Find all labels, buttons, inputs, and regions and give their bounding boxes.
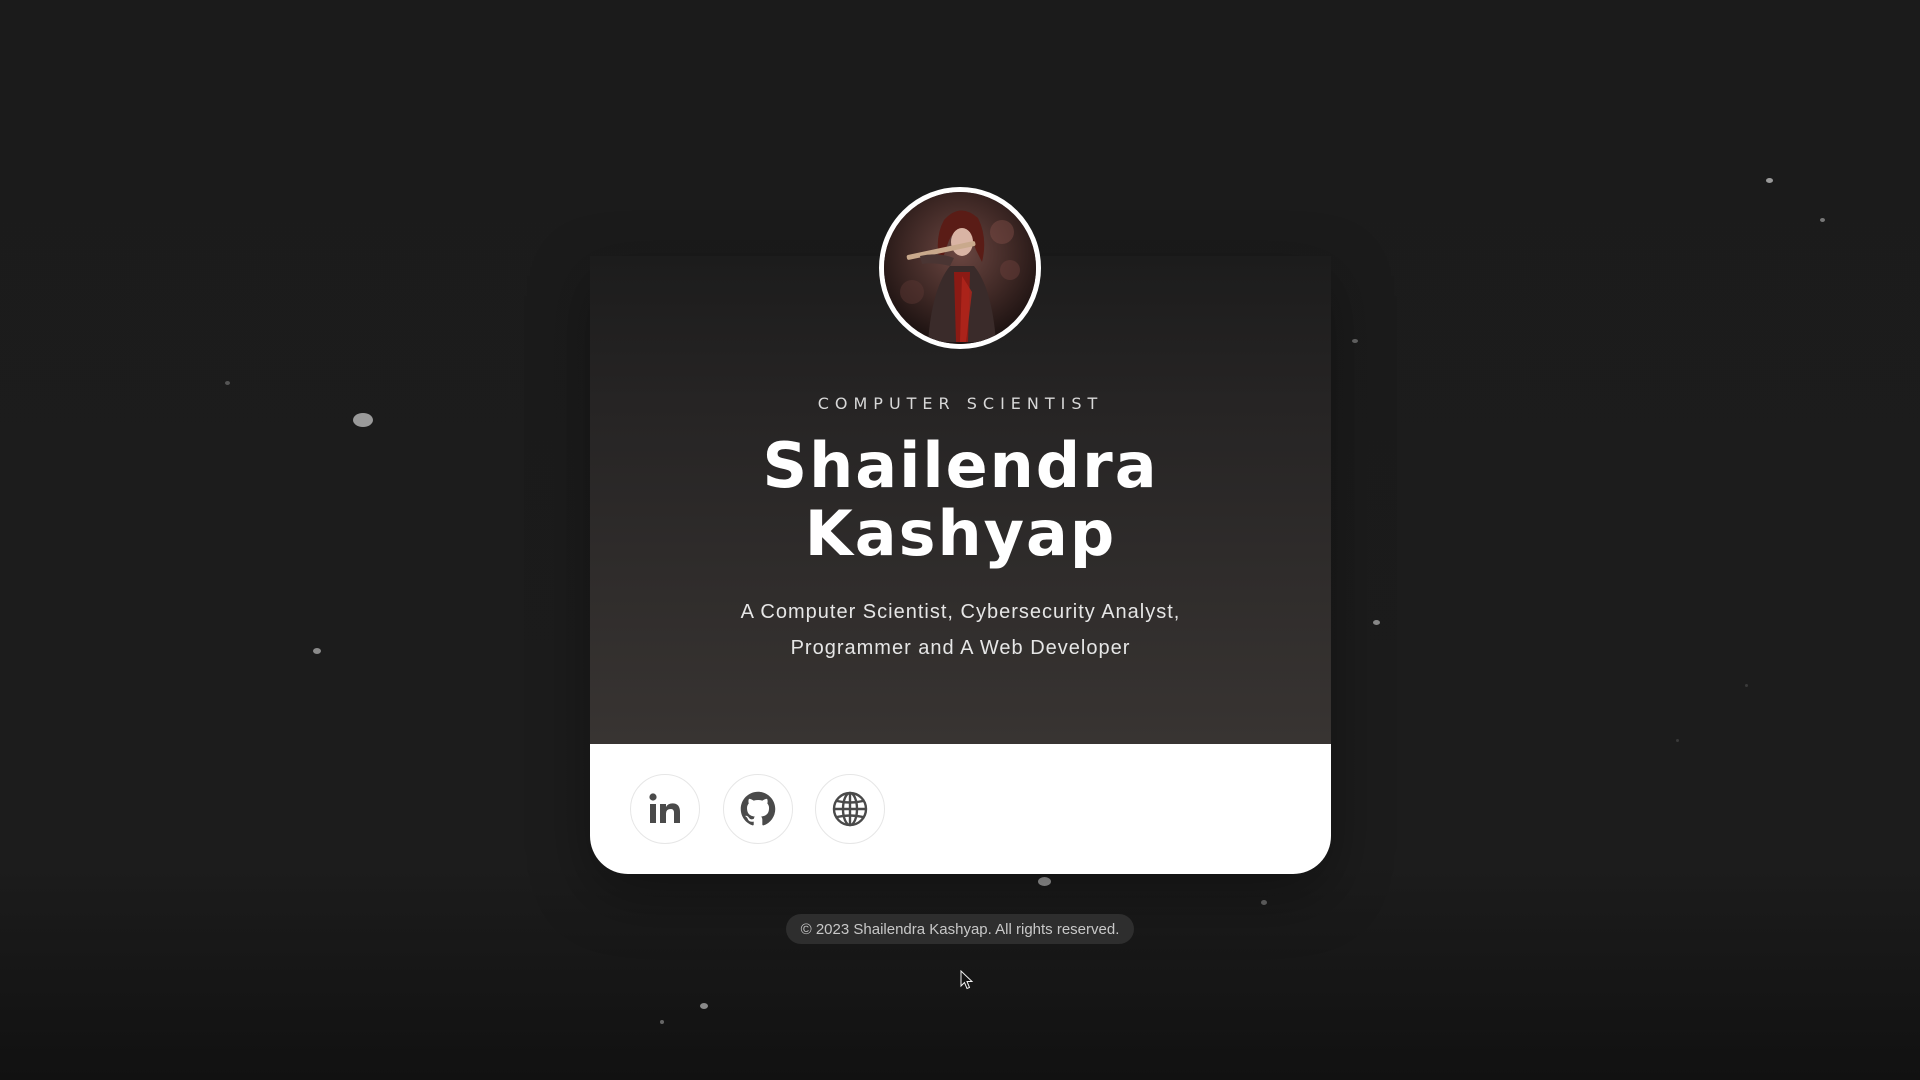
mouse-cursor-icon [960,970,974,990]
globe-icon [832,791,868,827]
particle [660,1020,664,1024]
particle [1352,339,1358,343]
profile-name: Shailendra Kashyap [590,432,1331,568]
particle [1745,684,1748,687]
github-button[interactable] [723,774,793,844]
particle [700,1003,708,1009]
profile-description: A Computer Scientist, Cybersecurity Anal… [590,594,1331,666]
particle [1373,620,1380,625]
profile-description-line1: A Computer Scientist, Cybersecurity Anal… [740,601,1181,623]
linkedin-button[interactable] [630,774,700,844]
profile-description-line2: Programmer and A Web Developer [790,637,1131,659]
particle [1038,877,1051,886]
particle [1820,218,1825,222]
website-button[interactable] [815,774,885,844]
linkedin-icon [649,793,680,823]
particle [1261,900,1267,905]
avatar-illustration [884,192,1036,344]
profile-name-line1: Shailendra [762,429,1159,502]
particle [1676,739,1679,742]
profile-subtitle: COMPUTER SCIENTIST [817,394,1104,413]
particle [313,648,321,654]
copyright-footer: © 2023 Shailendra Kashyap. All rights re… [786,914,1134,944]
profile-avatar [879,187,1041,349]
particle [225,381,230,385]
particle [353,413,373,427]
card-social-section [590,744,1331,874]
particle [1766,178,1773,183]
github-icon [740,791,776,826]
profile-name-line2: Kashyap [804,497,1117,570]
